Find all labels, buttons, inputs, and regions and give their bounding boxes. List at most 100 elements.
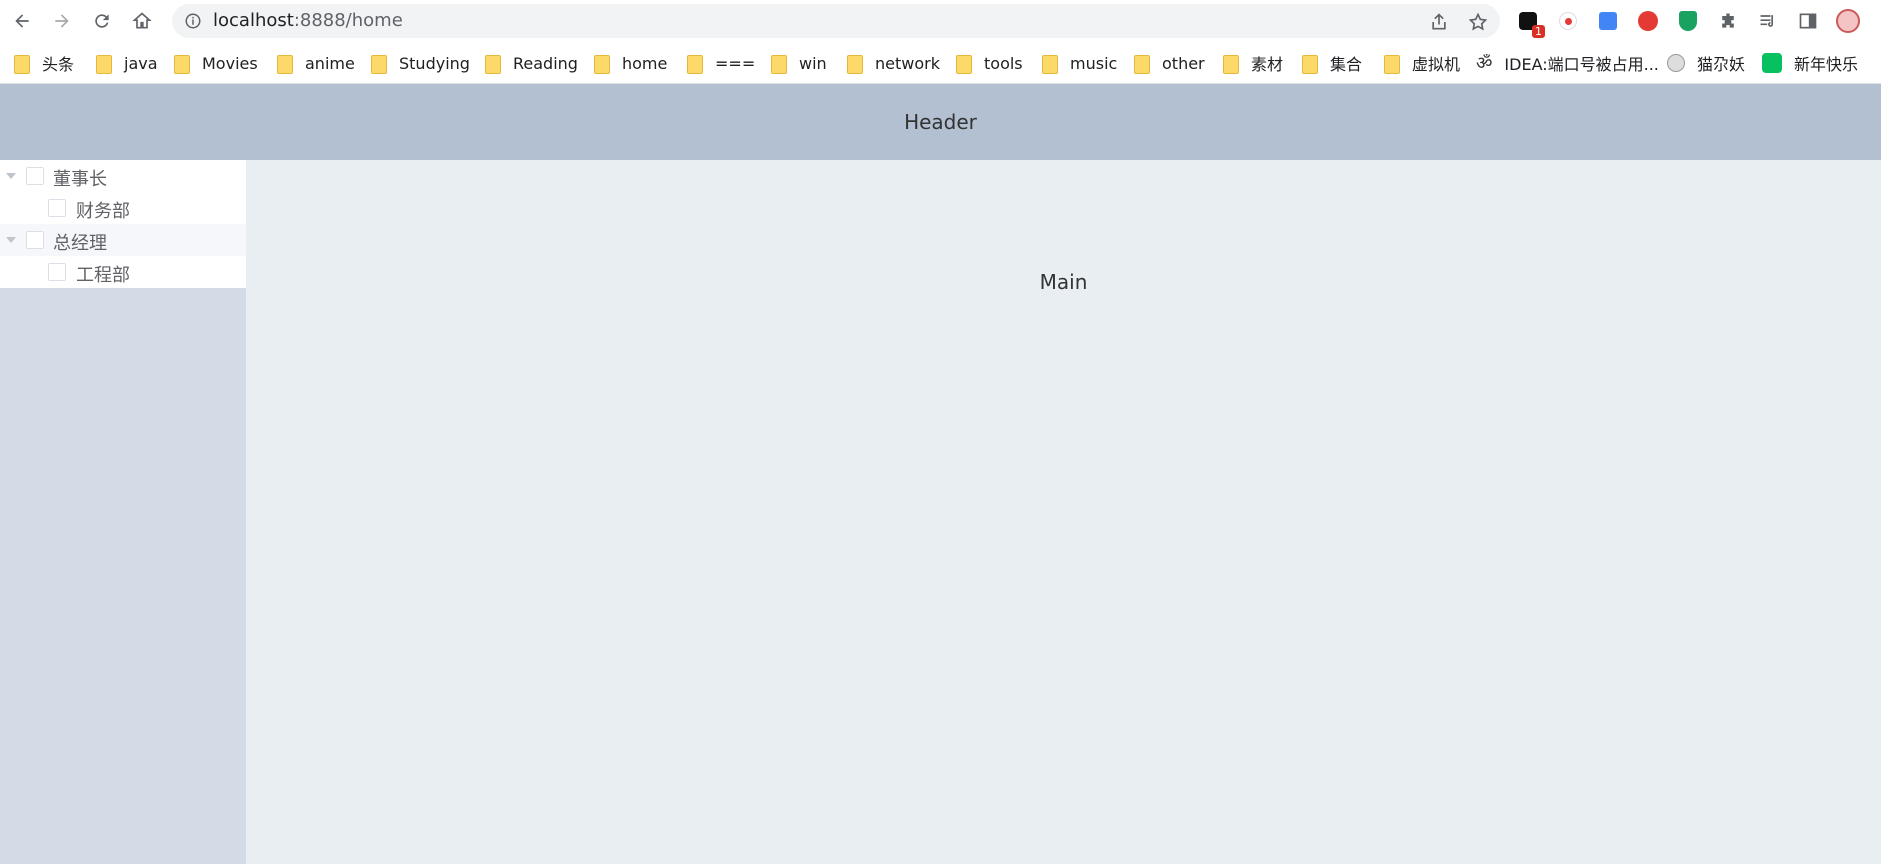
bookmark-maogaoyao[interactable]: 猫尕妖 [1667, 53, 1746, 74]
reload-icon [95, 14, 109, 28]
om-icon: ॐ [1476, 53, 1493, 74]
tree-node-finance[interactable]: 财务部 [0, 192, 246, 224]
bookmark-separator[interactable]: === [687, 53, 756, 74]
bookmark-movies[interactable]: Movies [174, 53, 258, 74]
tree-checkbox[interactable] [26, 231, 44, 249]
cat-icon [1667, 54, 1685, 72]
bookmark-label: tools [984, 53, 1023, 73]
app-header: Header [0, 84, 1881, 160]
folder-icon [594, 54, 610, 74]
reload-button[interactable] [86, 6, 118, 36]
bookmark-network[interactable]: network [847, 53, 940, 74]
home-button[interactable] [126, 6, 158, 36]
tree-checkbox[interactable] [48, 263, 66, 281]
tree-node-engineering[interactable]: 工程部 [0, 256, 246, 288]
bookmark-label: Studying [399, 53, 470, 73]
tree-node-label: 财务部 [76, 201, 130, 222]
bookmark-other[interactable]: other [1134, 53, 1205, 74]
folder-icon [956, 54, 972, 74]
bookmark-label: win [799, 53, 827, 73]
arrow-left-icon [15, 14, 29, 28]
arrow-right-icon [55, 14, 69, 28]
bookmark-win[interactable]: win [771, 53, 827, 74]
tree-node-label: 总经理 [53, 233, 107, 254]
bookmark-anime[interactable]: anime [277, 53, 355, 74]
main-title: Main [1039, 270, 1088, 294]
bookmark-toutiao[interactable]: 头条 [14, 53, 75, 74]
profile-avatar-icon[interactable] [1836, 9, 1860, 33]
back-button[interactable] [6, 6, 38, 36]
side-panel-icon[interactable] [1796, 9, 1820, 33]
media-queue-icon[interactable] [1756, 9, 1780, 33]
bookmark-label: IDEA:端口号被占用... [1504, 55, 1659, 74]
caret-down-icon[interactable] [6, 173, 16, 179]
folder-icon [96, 54, 112, 74]
bookmark-home[interactable]: home [594, 53, 668, 74]
bookmark-label: 头条 [42, 55, 75, 74]
share-icon[interactable] [1429, 12, 1449, 32]
tree-checkbox[interactable] [48, 199, 66, 217]
folder-icon [847, 54, 863, 74]
extension-badge: 1 [1532, 25, 1545, 38]
folder-icon [1302, 54, 1318, 74]
record-icon[interactable] [1556, 9, 1580, 33]
adblock-icon[interactable] [1636, 9, 1660, 33]
chat-icon [1762, 53, 1782, 73]
bookmark-label: 猫尕妖 [1697, 55, 1746, 74]
bookmark-label: Movies [202, 53, 258, 73]
folder-icon [687, 54, 703, 74]
folder-icon [1042, 54, 1058, 74]
puzzle-icon[interactable] [1716, 9, 1740, 33]
bookmark-label: music [1070, 53, 1118, 73]
bookmark-sucai[interactable]: 素材 [1223, 53, 1284, 74]
bookmark-idea[interactable]: ॐ IDEA:端口号被占用... [1476, 53, 1659, 74]
bookmark-label: 素材 [1251, 55, 1284, 74]
bookmark-reading[interactable]: Reading [485, 53, 578, 74]
main-content: Main [246, 160, 1881, 864]
bookmark-label: java [124, 53, 158, 73]
folder-icon [485, 54, 501, 74]
bookmark-label: 新年快乐 [1794, 55, 1859, 74]
folder-icon [174, 54, 190, 74]
bookmark-label: home [622, 53, 668, 73]
bookmark-xinnian[interactable]: 新年快乐 [1762, 53, 1859, 74]
folder-icon [14, 54, 30, 74]
folder-icon [371, 54, 387, 74]
forward-button[interactable] [46, 6, 78, 36]
bookmark-studying[interactable]: Studying [371, 53, 470, 74]
bookmark-label: anime [305, 53, 355, 73]
aside: 董事长 财务部 总经理 工程部 [0, 160, 246, 864]
bookmark-label: 集合 [1330, 55, 1363, 74]
tree-node-general-manager[interactable]: 总经理 [0, 224, 246, 256]
url-host: localhost [213, 10, 294, 31]
info-icon[interactable] [184, 12, 202, 30]
bookmark-label: === [715, 53, 756, 73]
bookmark-xuniji[interactable]: 虚拟机 [1384, 53, 1461, 74]
extension-1-icon[interactable]: 1 [1516, 9, 1545, 38]
folder-icon [1134, 54, 1150, 74]
bookmark-label: 虚拟机 [1412, 55, 1461, 74]
url-text: localhost:8888/home [213, 12, 403, 30]
folder-icon [771, 54, 787, 74]
browser-toolbar: localhost:8888/home 1 [0, 0, 1881, 42]
address-bar[interactable]: localhost:8888/home [172, 4, 1500, 38]
header-title: Header [904, 110, 977, 134]
shield-icon[interactable] [1676, 9, 1700, 33]
star-icon[interactable] [1468, 12, 1488, 32]
bookmarks-bar: 头条 java Movies anime Studying Reading ho… [0, 42, 1881, 84]
bookmark-jihe[interactable]: 集合 [1302, 53, 1363, 74]
folder-icon [277, 54, 293, 74]
tree-checkbox[interactable] [26, 167, 44, 185]
bookmark-label: network [875, 53, 940, 73]
bookmark-tools[interactable]: tools [956, 53, 1023, 74]
translate-icon[interactable] [1596, 9, 1620, 33]
caret-down-icon[interactable] [6, 237, 16, 243]
bookmark-music[interactable]: music [1042, 53, 1118, 74]
tree-node-label: 董事长 [53, 169, 107, 190]
bookmark-java[interactable]: java [96, 53, 158, 74]
org-tree: 董事长 财务部 总经理 工程部 [0, 160, 246, 288]
url-path: :8888/home [293, 10, 403, 31]
tree-node-chairman[interactable]: 董事长 [0, 160, 246, 192]
home-icon [132, 12, 152, 29]
bookmark-label: Reading [513, 53, 578, 73]
